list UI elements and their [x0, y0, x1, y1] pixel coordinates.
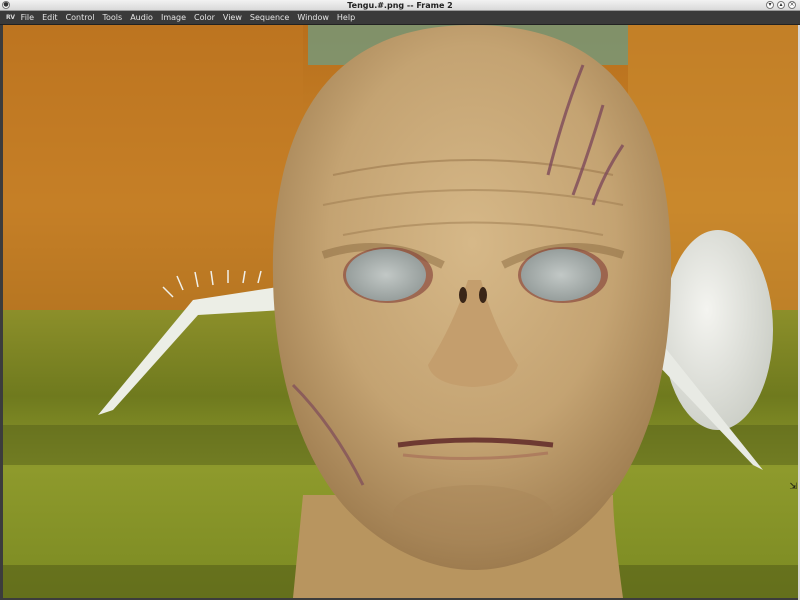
creature-ear-right — [663, 230, 773, 430]
title-bar[interactable]: ● Tengu.#.png -- Frame 2 ▾ ▴ × — [0, 0, 800, 11]
menu-help[interactable]: Help — [337, 11, 355, 25]
maximize-button[interactable]: ▴ — [777, 1, 785, 9]
creature-eye-left — [346, 249, 426, 301]
image-viewport[interactable]: ⇲ — [3, 25, 798, 598]
creature-eye-right — [521, 249, 601, 301]
rv-app-window: ● Tengu.#.png -- Frame 2 ▾ ▴ × RV File E… — [0, 0, 800, 600]
close-icon: × — [789, 1, 795, 8]
menu-bar: RV File Edit Control Tools Audio Image C… — [0, 11, 800, 25]
close-button[interactable]: × — [788, 1, 796, 9]
menu-view[interactable]: View — [223, 11, 242, 25]
menu-color[interactable]: Color — [194, 11, 215, 25]
menu-file[interactable]: File — [21, 11, 34, 25]
menu-tools[interactable]: Tools — [102, 11, 122, 25]
mouse-cursor-icon: ⇲ — [789, 482, 797, 492]
menu-control[interactable]: Control — [66, 11, 95, 25]
menu-image[interactable]: Image — [161, 11, 186, 25]
maximize-icon: ▴ — [779, 1, 783, 8]
minimize-button[interactable]: ▾ — [766, 1, 774, 9]
menu-sequence[interactable]: Sequence — [250, 11, 289, 25]
window-title: Tengu.#.png -- Frame 2 — [347, 1, 453, 10]
rendered-3d-head-image — [3, 25, 798, 598]
menu-edit[interactable]: Edit — [42, 11, 58, 25]
menu-window[interactable]: Window — [297, 11, 329, 25]
menu-audio[interactable]: Audio — [130, 11, 153, 25]
rv-logo: RV — [6, 14, 15, 21]
minimize-icon: ▾ — [768, 1, 772, 8]
